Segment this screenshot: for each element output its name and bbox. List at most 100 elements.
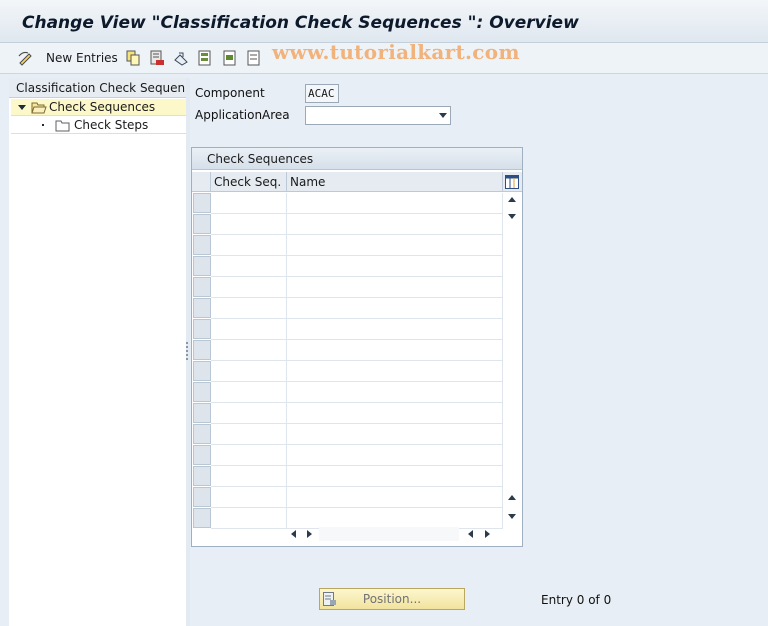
cell-name[interactable] <box>287 382 503 403</box>
cell-check-seq[interactable] <box>211 214 287 235</box>
row-selector[interactable] <box>193 424 211 444</box>
tree-item-check-sequences[interactable]: Check Sequences <box>11 99 186 116</box>
scroll-down-icon[interactable] <box>508 514 516 519</box>
deselect-all-button[interactable] <box>246 48 262 68</box>
tree-item-label: Check Sequences <box>49 100 156 114</box>
cell-check-seq[interactable] <box>211 403 287 424</box>
copy-icon <box>126 50 140 66</box>
position-label: Position... <box>362 592 422 606</box>
check-sequences-table: Check Sequences Check Seq. Name <box>191 147 523 547</box>
row-selector[interactable] <box>193 214 211 234</box>
cell-name[interactable] <box>287 193 503 214</box>
dropdown-arrow-icon[interactable] <box>439 113 447 118</box>
application-area-label: ApplicationArea <box>195 108 290 122</box>
cell-check-seq[interactable] <box>211 319 287 340</box>
cell-name[interactable] <box>287 235 503 256</box>
new-entries-button[interactable]: New Entries <box>46 48 118 68</box>
row-selector[interactable] <box>193 277 211 297</box>
display-change-icon <box>18 51 32 66</box>
tree-item-check-steps[interactable]: Check Steps <box>11 117 186 134</box>
folder-icon <box>55 120 70 131</box>
cell-check-seq[interactable] <box>211 382 287 403</box>
column-header-check-seq[interactable]: Check Seq. <box>211 172 287 192</box>
horizontal-scrollbar[interactable] <box>287 527 503 541</box>
position-icon <box>323 592 336 606</box>
delete-button[interactable] <box>149 48 165 68</box>
column-header-name[interactable]: Name <box>287 172 503 192</box>
row-selector[interactable] <box>193 466 211 486</box>
row-selector[interactable] <box>193 319 211 339</box>
cell-name[interactable] <box>287 256 503 277</box>
cell-name[interactable] <box>287 340 503 361</box>
cell-check-seq[interactable] <box>211 340 287 361</box>
select-block-button[interactable] <box>222 48 238 68</box>
row-selector[interactable] <box>193 487 211 507</box>
scroll-right-end-icon[interactable] <box>485 530 490 538</box>
cell-check-seq[interactable] <box>211 487 287 508</box>
row-selector[interactable] <box>193 340 211 360</box>
row-selector[interactable] <box>193 361 211 381</box>
cell-check-seq[interactable] <box>211 193 287 214</box>
undo-icon <box>174 52 188 66</box>
cell-check-seq[interactable] <box>211 298 287 319</box>
table-title: Check Sequences <box>192 148 522 170</box>
cell-name[interactable] <box>287 277 503 298</box>
open-folder-icon <box>31 102 47 113</box>
application-area-dropdown[interactable] <box>305 106 451 125</box>
scroll-left-icon[interactable] <box>291 530 296 538</box>
dialog-structure-panel: Classification Check Sequen... Check Seq… <box>9 78 187 626</box>
scroll-page-up-icon[interactable] <box>508 495 516 500</box>
cell-name[interactable] <box>287 424 503 445</box>
scroll-right-icon[interactable] <box>307 530 312 538</box>
position-button[interactable]: Position... <box>319 588 465 610</box>
row-selector[interactable] <box>193 256 211 276</box>
cell-name[interactable] <box>287 298 503 319</box>
scroll-left-end-icon[interactable] <box>468 530 473 538</box>
cell-name[interactable] <box>287 445 503 466</box>
cell-name[interactable] <box>287 214 503 235</box>
scroll-page-down-icon[interactable] <box>508 214 516 219</box>
row-selector[interactable] <box>193 403 211 423</box>
select-all-rows-corner[interactable] <box>192 172 211 192</box>
cell-name[interactable] <box>287 487 503 508</box>
scroll-track[interactable] <box>319 527 459 541</box>
delete-icon <box>150 50 164 65</box>
table-settings-icon <box>505 175 519 189</box>
scroll-up-icon[interactable] <box>508 197 516 202</box>
row-selector[interactable] <box>193 508 211 528</box>
row-selector[interactable] <box>193 382 211 402</box>
page-title: Change View "Classification Check Sequen… <box>22 13 579 33</box>
table-settings-button[interactable] <box>503 172 522 192</box>
cell-name[interactable] <box>287 466 503 487</box>
cell-name[interactable] <box>287 361 503 382</box>
copy-button[interactable] <box>125 48 141 68</box>
bullet-icon <box>42 124 44 126</box>
vertical-scrollbar[interactable] <box>503 192 520 528</box>
cell-check-seq[interactable] <box>211 445 287 466</box>
cell-check-seq[interactable] <box>211 235 287 256</box>
cell-check-seq[interactable] <box>211 424 287 445</box>
tree-item-label: Check Steps <box>74 118 149 132</box>
component-field[interactable]: ACAC <box>305 84 339 103</box>
select-all-button[interactable] <box>197 48 213 68</box>
cell-check-seq[interactable] <box>211 361 287 382</box>
row-selector[interactable] <box>193 235 211 255</box>
title-bar: Change View "Classification Check Sequen… <box>0 0 768 43</box>
display-change-button[interactable] <box>18 48 34 68</box>
row-selector[interactable] <box>193 298 211 318</box>
watermark: www.tutorialkart.com <box>272 40 520 64</box>
cell-check-seq[interactable] <box>211 277 287 298</box>
cell-check-seq[interactable] <box>211 256 287 277</box>
entry-counter: Entry 0 of 0 <box>541 593 612 607</box>
undo-button[interactable] <box>173 48 189 68</box>
row-selector[interactable] <box>193 445 211 465</box>
cell-name[interactable] <box>287 319 503 340</box>
splitter-grip-icon[interactable] <box>186 342 188 360</box>
row-selector[interactable] <box>193 193 211 213</box>
cell-check-seq[interactable] <box>211 508 287 529</box>
cell-name[interactable] <box>287 403 503 424</box>
cell-check-seq[interactable] <box>211 466 287 487</box>
cell-name[interactable] <box>287 508 503 529</box>
expand-triangle-icon[interactable] <box>18 104 26 110</box>
select-all-icon <box>198 50 211 66</box>
